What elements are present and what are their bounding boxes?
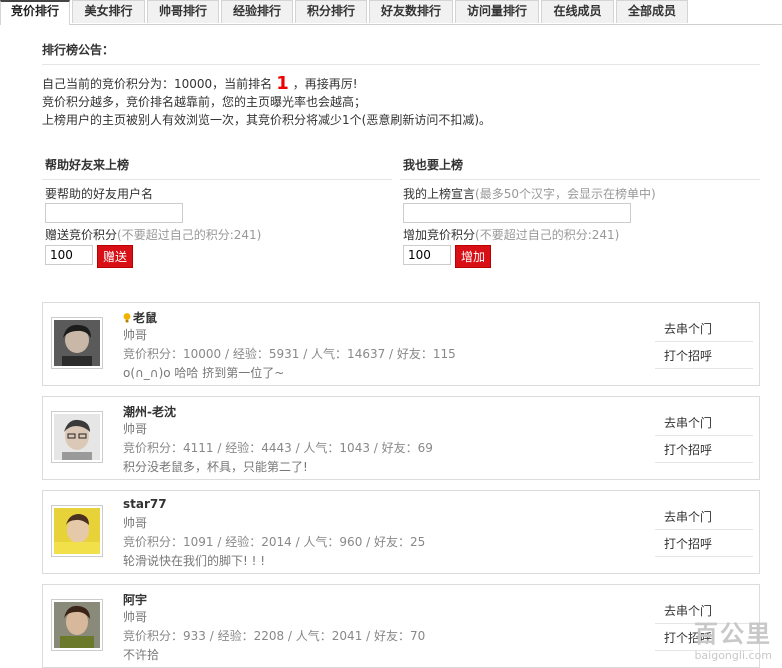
- tab-experience-ranking[interactable]: 经验排行: [221, 0, 293, 23]
- notice-encourage-text: ，再接再厉!: [292, 77, 358, 91]
- tab-online-members[interactable]: 在线成员: [541, 0, 614, 23]
- user-title: 帅哥: [123, 610, 148, 624]
- tab-label: 竞价排行: [10, 4, 59, 18]
- watermark: 百公里 baigongli.com: [694, 614, 772, 662]
- gift-button[interactable]: 赠送: [97, 245, 133, 268]
- user-slogan: 积分没老鼠多，杯具，只能第二了!: [123, 460, 308, 474]
- avatar[interactable]: [51, 411, 103, 463]
- tab-bar: 竞价排行 美女排行 帅哥排行 经验排行 积分排行 好友数排行 访问量排行 在线成…: [0, 0, 782, 25]
- tab-visits-ranking[interactable]: 访问量排行: [455, 0, 539, 23]
- user-stats: 竞价积分：933 / 经验：2208 / 人气：2041 / 好友：70: [123, 629, 426, 643]
- user-stats: 竞价积分：10000 / 经验：5931 / 人气：14637 / 好友：115: [123, 347, 456, 361]
- notice-line-points: 自己当前的竞价积分为：10000，当前排名 1 ，再接再厉!: [42, 73, 358, 94]
- user-name-text: 老鼠: [133, 311, 158, 325]
- divider: [400, 179, 760, 180]
- tab-label: 美女排行: [84, 4, 133, 18]
- friend-name-input[interactable]: [45, 203, 183, 223]
- slogan-label: 我的上榜宣言(最多50个汉字，会显示在榜单中): [403, 185, 656, 202]
- user-stats: 竞价积分：1091 / 经验：2014 / 人气：960 / 好友：25: [123, 535, 426, 549]
- notice-title: 排行榜公告：: [42, 43, 115, 57]
- user-slogan: o(∩_∩)o 哈哈 挤到第一位了~: [123, 366, 285, 380]
- slogan-hint: (最多50个汉字，会显示在榜单中): [475, 187, 656, 201]
- tab-label: 积分排行: [306, 4, 355, 18]
- visit-link[interactable]: 去串个门: [655, 504, 753, 530]
- avatar[interactable]: [51, 505, 103, 557]
- user-name[interactable]: 老鼠: [123, 309, 157, 326]
- tab-label: 好友数排行: [380, 4, 441, 18]
- tab-all-members[interactable]: 全部成员: [616, 0, 688, 23]
- add-points-input[interactable]: [403, 245, 451, 265]
- slogan-input[interactable]: [403, 203, 631, 223]
- avatar-image: [54, 320, 100, 366]
- greet-link[interactable]: 打个招呼: [655, 531, 753, 557]
- tab-bid-ranking[interactable]: 竞价排行: [0, 0, 70, 25]
- tab-beauty-ranking[interactable]: 美女排行: [72, 0, 145, 23]
- user-name[interactable]: 阿宇: [123, 591, 147, 608]
- current-rank: 1: [276, 73, 289, 94]
- gift-points-hint: (不要超过自己的积分:241): [117, 228, 262, 242]
- avatar-image: [54, 602, 100, 648]
- tab-label: 全部成员: [627, 4, 676, 18]
- user-title: 帅哥: [123, 516, 148, 530]
- friend-name-label: 要帮助的好友用户名: [45, 187, 154, 201]
- avatar-image: [54, 414, 100, 460]
- user-slogan: 轮滑说快在我们的脚下! ! !: [123, 554, 266, 568]
- visit-link[interactable]: 去串个门: [655, 316, 753, 342]
- list-item: 老鼠 帅哥 竞价积分：10000 / 经验：5931 / 人气：14637 / …: [42, 302, 760, 386]
- add-points-label: 增加竞价积分(不要超过自己的积分:241): [403, 226, 619, 243]
- tab-label: 在线成员: [553, 4, 602, 18]
- list-item: 阿宇 帅哥 竞价积分：933 / 经验：2208 / 人气：2041 / 好友：…: [42, 584, 760, 668]
- notice-points-text: 自己当前的竞价积分为：10000，当前排名: [42, 77, 273, 91]
- help-friend-title: 帮助好友来上榜: [45, 158, 130, 172]
- user-stats: 竞价积分：4111 / 经验：4443 / 人气：1043 / 好友：69: [123, 441, 433, 455]
- tab-label: 帅哥排行: [158, 4, 207, 18]
- user-name[interactable]: 潮州-老沈: [123, 403, 176, 420]
- avatar[interactable]: [51, 317, 103, 369]
- watermark-title: 百公里: [694, 620, 772, 648]
- user-title: 帅哥: [123, 422, 148, 436]
- gift-points-label-text: 赠送竞价积分: [45, 228, 118, 242]
- greet-link[interactable]: 打个招呼: [655, 437, 753, 463]
- tab-friends-ranking[interactable]: 好友数排行: [369, 0, 453, 23]
- visit-link[interactable]: 去串个门: [655, 410, 753, 436]
- avatar[interactable]: [51, 599, 103, 651]
- list-item: 潮州-老沈 帅哥 竞价积分：4111 / 经验：4443 / 人气：1043 /…: [42, 396, 760, 480]
- notice-line-2: 竞价积分越多，竞价排名越靠前，您的主页曝光率也会越高；: [42, 95, 367, 109]
- greet-link[interactable]: 打个招呼: [655, 343, 753, 369]
- user-title: 帅哥: [123, 328, 148, 342]
- tab-label: 访问量排行: [466, 4, 527, 18]
- list-item: star77 帅哥 竞价积分：1091 / 经验：2014 / 人气：960 /…: [42, 490, 760, 574]
- self-rank-title: 我也要上榜: [403, 158, 464, 172]
- add-points-label-text: 增加竞价积分: [403, 228, 476, 242]
- add-points-hint: (不要超过自己的积分:241): [475, 228, 620, 242]
- bulb-icon: [123, 313, 131, 323]
- gift-points-input[interactable]: [45, 245, 93, 265]
- divider: [42, 179, 392, 180]
- tab-handsome-ranking[interactable]: 帅哥排行: [147, 0, 219, 23]
- gift-points-label: 赠送竞价积分(不要超过自己的积分:241): [45, 226, 261, 243]
- tab-label: 经验排行: [232, 4, 281, 18]
- slogan-label-text: 我的上榜宣言: [403, 187, 476, 201]
- user-slogan: 不许拾: [123, 648, 160, 662]
- tab-points-ranking[interactable]: 积分排行: [295, 0, 367, 23]
- add-button[interactable]: 增加: [455, 245, 491, 268]
- watermark-url: baigongli.com: [694, 649, 772, 662]
- user-name[interactable]: star77: [123, 497, 167, 511]
- avatar-image: [54, 508, 100, 554]
- notice-line-3: 上榜用户的主页被别人有效浏览一次，其竞价积分将减少1个(恶意刷新访问不扣减)。: [42, 113, 492, 127]
- divider: [42, 64, 760, 65]
